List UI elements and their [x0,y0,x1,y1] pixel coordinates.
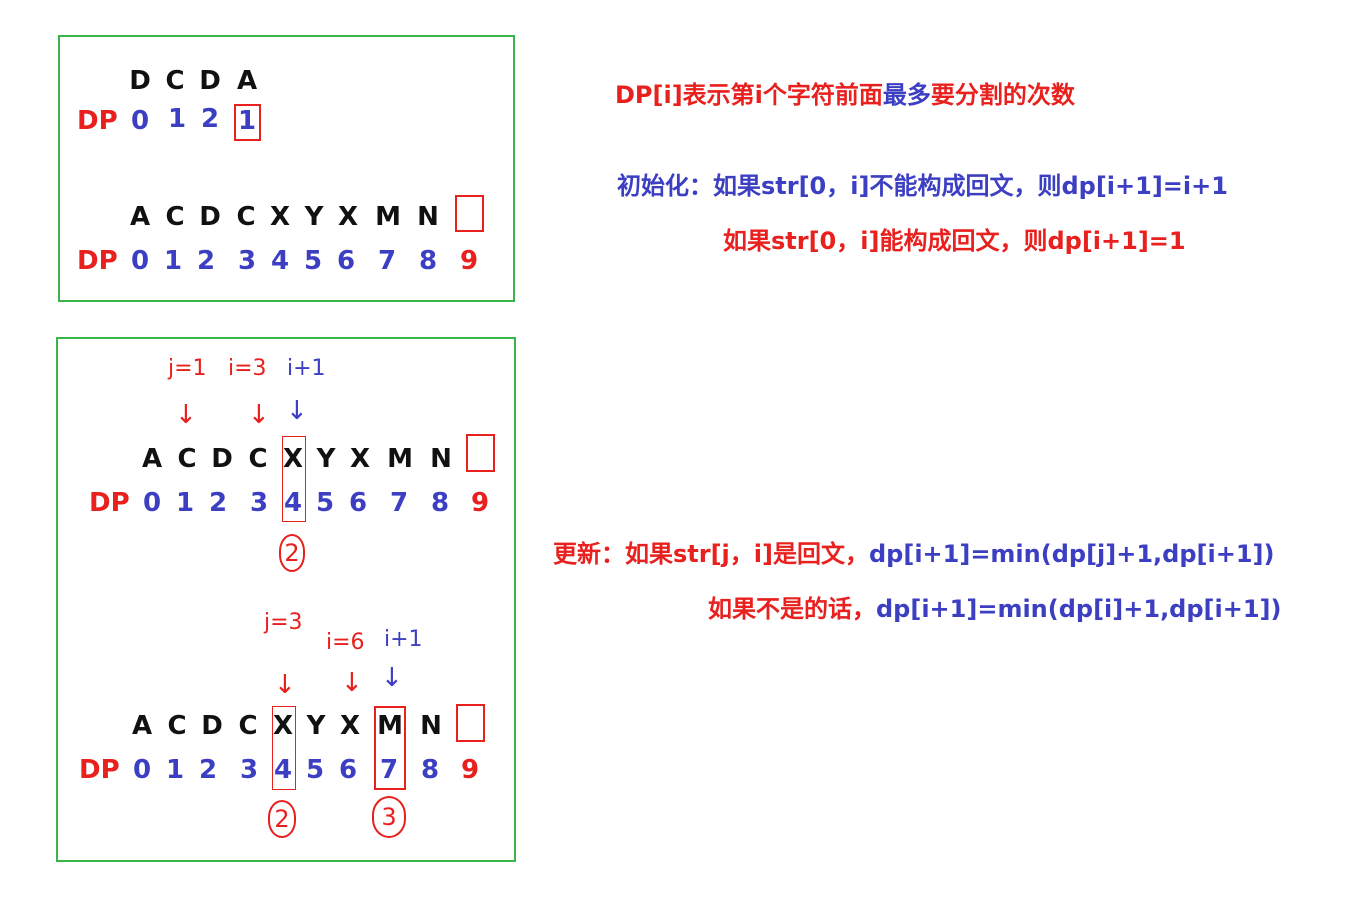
ex2-dp-7: 7 [377,246,397,276]
u2-char-5: Y [306,711,326,741]
ex2-char-6: X [337,202,359,232]
u1-j-annotation: j=1 [168,356,207,381]
u2-empty-box [456,704,485,742]
u1-dp-4: 4 [283,488,303,518]
u2-char-6: X [339,711,361,741]
ex2-char-1: C [165,202,185,232]
u2-iplus-arrow-icon: ↓ [381,663,403,693]
u2-dp-5: 5 [305,755,325,785]
u2-circled-result-a: 2 [268,800,296,838]
update-line1: 更新：如果str[j，i]是回文，dp[i+1]=min(dp[j]+1,dp[… [553,534,1274,569]
update-line2: 如果不是的话，dp[i+1]=min(dp[i]+1,dp[i+1]) [708,589,1281,624]
ex1-dp-1: 1 [167,104,187,134]
u2-char-1: C [167,711,187,741]
u2-circled-result-b: 3 [372,796,406,838]
u1-char-2: D [211,444,233,474]
update-line2-prefix: 如果不是的话， [708,595,876,623]
u2-dp-1: 1 [165,755,185,785]
ex2-char-4: X [269,202,291,232]
u1-dp-6: 6 [348,488,368,518]
ex1-char-2: D [199,66,221,96]
u1-char-6: X [349,444,371,474]
ex2-dp-9: 9 [459,246,479,276]
u1-dp-0: 0 [142,488,162,518]
u2-dp-3: 3 [239,755,259,785]
ex1-char-0: D [129,66,151,96]
u2-i-arrow-icon: ↓ [341,668,363,698]
u2-j-annotation: j=3 [264,610,303,635]
u2-char-3: C [238,711,258,741]
update-line2-formula: dp[i+1]=min(dp[i]+1,dp[i+1]) [876,595,1282,623]
u1-i-annotation: i=3 [228,356,267,381]
u1-j-arrow-icon: ↓ [175,400,197,430]
ex2-dp-4: 4 [270,246,290,276]
u1-empty-box [466,434,495,472]
ex1-char-3: A [236,66,258,96]
u1-char-5: Y [316,444,336,474]
definition-part3: 要分割的次数 [930,81,1075,109]
u2-j-arrow-icon: ↓ [274,670,296,700]
u1-char-7: M [387,444,413,474]
ex2-char-3: C [236,202,256,232]
u2-dp-6: 6 [338,755,358,785]
ex1-highlight-box [234,104,261,141]
u1-dp-5: 5 [315,488,335,518]
ex2-char-0: A [129,202,151,232]
init-line1: 初始化：如果str[0，i]不能构成回文，则dp[i+1]=i+1 [617,172,1228,200]
u2-dp-7: 7 [379,755,399,785]
ex1-char-1: C [165,66,185,96]
ex2-dp-label: DP [77,246,118,276]
u2-char-0: A [131,711,153,741]
u2-dp-2: 2 [198,755,218,785]
ex2-dp-3: 3 [237,246,257,276]
ex2-char-8: N [417,202,439,232]
u2-dp-4: 4 [273,755,293,785]
ex1-dp-label: DP [77,106,118,136]
update-line1-prefix: 更新：如果str[j，i]是回文， [553,540,869,568]
u2-dp-8: 8 [420,755,440,785]
u1-iplus-annotation: i+1 [287,356,326,381]
u1-char-3: C [248,444,268,474]
ex2-char-5: Y [304,202,324,232]
u1-dp-3: 3 [249,488,269,518]
definition-part1: DP[i]表示第i个字符前面 [615,81,883,109]
u1-char-0: A [141,444,163,474]
u2-char-8: N [420,711,442,741]
u1-dp-9: 9 [470,488,490,518]
ex2-dp-0: 0 [130,246,150,276]
ex2-dp-2: 2 [196,246,216,276]
u2-dp-9: 9 [460,755,480,785]
ex1-dp-0: 0 [130,106,150,136]
u1-dp-label: DP [89,488,130,518]
u1-dp-2: 2 [208,488,228,518]
ex2-dp-6: 6 [336,246,356,276]
u1-dp-7: 7 [389,488,409,518]
update-line1-formula: dp[i+1]=min(dp[j]+1,dp[i+1]) [868,540,1275,568]
ex2-empty-box [455,195,484,232]
ex2-dp-1: 1 [163,246,183,276]
ex2-char-2: D [199,202,221,232]
u2-char-2: D [201,711,223,741]
ex2-dp-8: 8 [418,246,438,276]
ex2-char-7: M [375,202,401,232]
definition-part2: 最多 [882,81,931,109]
u1-char-8: N [430,444,452,474]
u1-iplus-arrow-icon: ↓ [286,396,308,426]
u1-i-arrow-icon: ↓ [248,400,270,430]
u1-circled-result: 2 [279,534,305,572]
u2-iplus-annotation: i+1 [384,627,423,652]
u1-dp-1: 1 [175,488,195,518]
definition-note: DP[i]表示第i个字符前面最多要分割的次数 [615,75,1075,110]
u2-i-annotation: i=6 [326,630,365,655]
ex1-dp-2: 2 [200,104,220,134]
u1-char-1: C [177,444,197,474]
u1-dp-8: 8 [430,488,450,518]
u2-dp-label: DP [79,755,120,785]
u2-dp-0: 0 [132,755,152,785]
ex2-dp-5: 5 [303,246,323,276]
init-line2: 如果str[0，i]能构成回文，则dp[i+1]=1 [723,227,1186,255]
